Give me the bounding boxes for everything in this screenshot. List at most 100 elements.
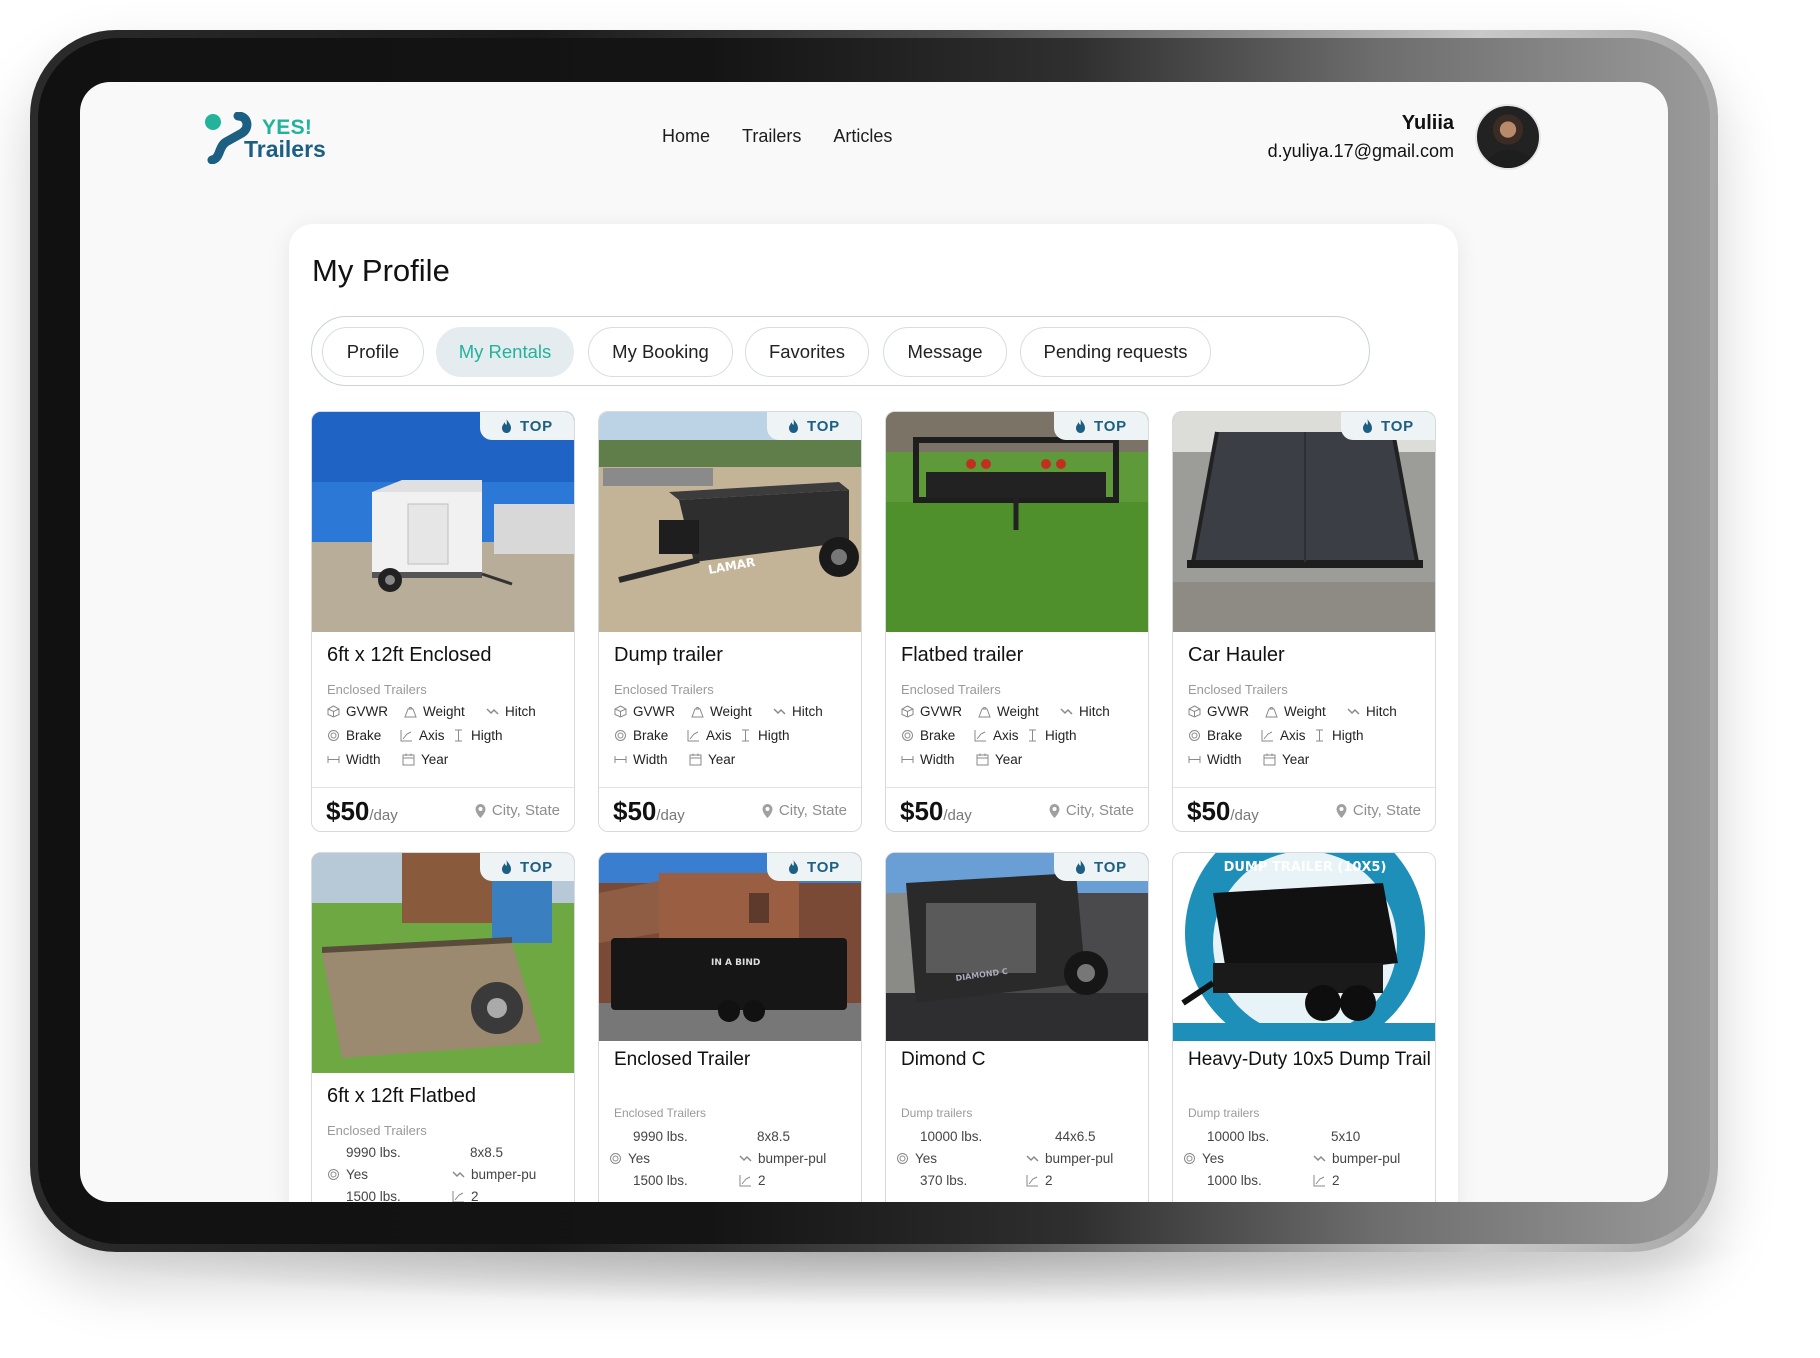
calendar-icon (1263, 753, 1276, 766)
card-title[interactable]: Dimond C (901, 1049, 985, 1071)
tab-favorites[interactable]: Favorites (745, 327, 869, 377)
rental-card[interactable]: DIAMOND C TOP Dimond C Dump trailers 100… (885, 852, 1149, 1202)
tab-pending-requests[interactable]: Pending requests (1020, 327, 1211, 377)
spec-brake-value: Yes (1183, 1151, 1224, 1166)
spec-gvwr: GVWR (901, 704, 962, 719)
trailer-photo: DUMP TRAILER (10X5) (1173, 853, 1435, 1041)
spec-gvwr-value: 10000 lbs. (1207, 1129, 1270, 1144)
spec-brake: Brake (1188, 728, 1242, 743)
flame-icon (502, 419, 512, 433)
tab-my-booking[interactable]: My Booking (588, 327, 733, 377)
brake-icon (328, 1169, 339, 1180)
tab-profile[interactable]: Profile (322, 327, 424, 377)
width-icon (901, 756, 914, 763)
svg-text:IN A BIND: IN A BIND (711, 958, 760, 968)
spec-brake-value: Yes (327, 1167, 368, 1182)
trailer-photo (312, 853, 574, 1073)
spec-weight-value: 370 lbs. (920, 1173, 968, 1188)
cube-icon (614, 705, 627, 718)
spec-weight: Weight (1265, 704, 1326, 719)
card-title[interactable]: 6ft x 12ft Enclosed (327, 644, 492, 667)
card-category: Enclosed Trailers (614, 682, 714, 697)
trailer-photo: IN A BIND (599, 853, 861, 1041)
spec-brake-value: Yes (896, 1151, 937, 1166)
brake-icon (610, 1153, 621, 1164)
spec-hitch-value: bumper-pul (739, 1151, 826, 1166)
spec-brake: Brake (614, 728, 668, 743)
logo-trailers-text: Trailers (244, 136, 326, 162)
card-title[interactable]: Enclosed Trailer (614, 1049, 750, 1071)
card-category: Enclosed Trailers (1188, 682, 1288, 697)
spec-brake: Brake (901, 728, 955, 743)
rental-card[interactable]: IN A BIND TOP Enclosed Trailer Enclosed … (598, 852, 862, 1202)
rental-card[interactable]: TOP Flatbed trailer Enclosed Trailers GV… (885, 411, 1149, 832)
spec-height: Higth (1313, 728, 1364, 743)
spec-axis: Axis (1261, 728, 1306, 743)
spec-gvwr: GVWR (327, 704, 388, 719)
brake-icon (615, 730, 626, 741)
spec-weight-value: 1500 lbs. (346, 1189, 401, 1202)
spec-year: Year (976, 752, 1022, 767)
card-location: City, State (762, 802, 847, 819)
card-title[interactable]: 6ft x 12ft Flatbed (327, 1085, 476, 1108)
axis-icon (1313, 1175, 1325, 1187)
app-screen: YES! Trailers Home Trailers Articles Yul… (80, 82, 1668, 1202)
spec-year: Year (689, 752, 735, 767)
spec-brake: Brake (327, 728, 381, 743)
hitch-icon (1026, 1155, 1039, 1162)
logo[interactable]: YES! Trailers (204, 112, 334, 164)
width-icon (1188, 756, 1201, 763)
card-title[interactable]: Car Hauler (1188, 644, 1285, 667)
card-price: $50/day (1187, 796, 1259, 826)
width-icon (614, 756, 627, 763)
spec-width: Width (1188, 752, 1242, 767)
spec-height: Higth (1026, 728, 1077, 743)
top-badge: TOP (767, 412, 861, 440)
profile-tabs: Profile My Rentals My Booking Favorites … (311, 316, 1370, 386)
spec-size-value: 8x8.5 (757, 1129, 791, 1144)
photo-banner-text: DUMP TRAILER (10X5) (1224, 860, 1387, 875)
trailer-photo: LAMAR (599, 412, 861, 632)
spec-width: Width (614, 752, 668, 767)
card-footer: $50/day City, State (886, 787, 1148, 831)
rental-card[interactable]: TOP Car Hauler Enclosed Trailers GVWR We… (1172, 411, 1436, 832)
cube-icon (1188, 705, 1201, 718)
weight-icon (978, 707, 991, 718)
weight-icon (691, 707, 704, 718)
card-title[interactable]: Flatbed trailer (901, 644, 1023, 667)
top-badge: TOP (767, 853, 861, 881)
avatar[interactable] (1475, 104, 1541, 170)
height-icon (1029, 729, 1036, 742)
spec-height: Higth (452, 728, 503, 743)
top-badge: TOP (1054, 853, 1148, 881)
spec-axis-value: 2 (1026, 1173, 1053, 1188)
flame-icon (789, 860, 799, 874)
hitch-icon (486, 708, 499, 715)
nav-home[interactable]: Home (662, 126, 710, 147)
spec-weight-value: 1000 lbs. (1207, 1173, 1262, 1188)
spec-hitch-value: bumper-pul (1026, 1151, 1113, 1166)
card-title[interactable]: Dump trailer (614, 644, 723, 667)
spec-gvwr-value: 9990 lbs. (346, 1145, 401, 1160)
rental-card[interactable]: LAMAR TOP Dump trailer Enclosed Trailers… (598, 411, 862, 832)
trailer-photo: DIAMOND C (886, 853, 1148, 1041)
spec-weight: Weight (691, 704, 752, 719)
rental-card[interactable]: TOP 6ft x 12ft Enclosed Enclosed Trailer… (311, 411, 575, 832)
card-footer: $50/day City, State (312, 787, 574, 831)
rental-card[interactable]: DUMP TRAILER (10X5) Heavy-Duty 10x5 Dump… (1172, 852, 1436, 1202)
hitch-icon (739, 1155, 752, 1162)
trailer-photo (1173, 412, 1435, 632)
card-category: Enclosed Trailers (327, 682, 427, 697)
nav-trailers[interactable]: Trailers (742, 126, 801, 147)
tab-my-rentals[interactable]: My Rentals (436, 327, 574, 377)
spec-gvwr-value: 10000 lbs. (920, 1129, 983, 1144)
card-title[interactable]: Heavy-Duty 10x5 Dump Trail (1188, 1049, 1431, 1071)
calendar-icon (402, 753, 415, 766)
nav-articles[interactable]: Articles (833, 126, 892, 147)
spec-weight-value: 1500 lbs. (633, 1173, 688, 1188)
tab-message[interactable]: Message (883, 327, 1007, 377)
spec-size-value: 44x6.5 (1055, 1129, 1096, 1144)
hitch-icon (773, 708, 786, 715)
rental-card[interactable]: TOP 6ft x 12ft Flatbed Enclosed Trailers… (311, 852, 575, 1202)
flame-icon (1076, 860, 1086, 874)
